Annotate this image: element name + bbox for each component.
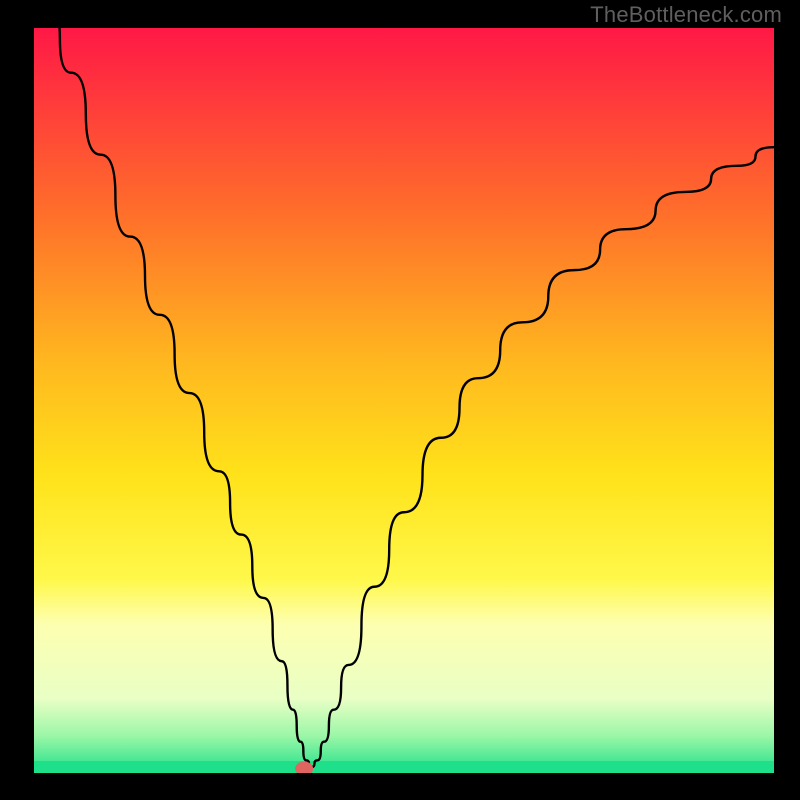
gradient-background (34, 28, 774, 773)
bottom-green-band (34, 761, 774, 773)
plot-area (34, 6, 774, 776)
chart-frame: { "watermark": "TheBottleneck.com", "cha… (0, 0, 800, 800)
watermark-text: TheBottleneck.com (590, 2, 782, 28)
bottleneck-chart (0, 0, 800, 800)
minimum-marker (295, 762, 313, 776)
